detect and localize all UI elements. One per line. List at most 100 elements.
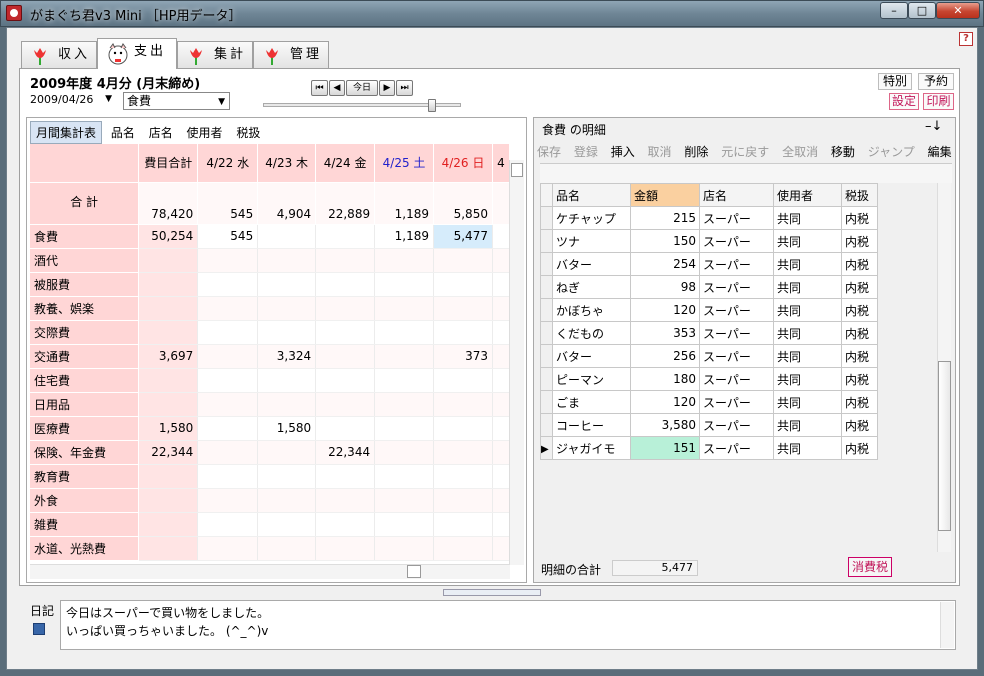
detail-cell[interactable]: 内税 <box>841 252 878 276</box>
row-selector[interactable] <box>540 344 553 368</box>
amount-cell[interactable] <box>197 344 259 369</box>
amount-cell[interactable] <box>197 368 259 393</box>
amount-cell[interactable]: 3,324 <box>257 344 317 369</box>
detail-row[interactable]: ツナ 150 スーパー 共同 内税 <box>540 229 878 253</box>
amount-cell[interactable] <box>433 392 493 417</box>
amount-cell[interactable]: 22,344 <box>138 440 199 465</box>
detail-cell[interactable]: コーヒー <box>552 413 631 437</box>
amount-cell[interactable] <box>257 392 317 417</box>
first-page-button[interactable]: ⏮ <box>311 80 328 96</box>
amount-cell[interactable] <box>374 512 435 537</box>
row-selector[interactable] <box>540 321 553 345</box>
amount-cell[interactable] <box>197 320 259 345</box>
detail-cell[interactable]: スーパー <box>699 390 774 414</box>
detail-cell[interactable]: 共同 <box>773 275 842 299</box>
collapse-icon[interactable]: –↓ <box>925 119 942 134</box>
tab-item-name[interactable]: 品名 <box>106 122 140 143</box>
grid-row[interactable]: 交通費 3,697 3,324 373 <box>30 344 510 369</box>
amount-cell[interactable] <box>433 272 493 297</box>
amount-cell[interactable] <box>138 296 199 321</box>
amount-cell[interactable] <box>492 512 510 537</box>
amount-cell[interactable]: 3,697 <box>138 344 199 369</box>
prev-button[interactable]: ◀ <box>329 80 345 96</box>
detail-vertical-scrollbar[interactable] <box>937 183 951 552</box>
detail-cell[interactable]: 215 <box>630 206 700 230</box>
amount-cell[interactable] <box>315 512 376 537</box>
maximize-button[interactable]: □ <box>908 2 936 19</box>
amount-cell[interactable] <box>433 512 493 537</box>
row-selector[interactable] <box>540 367 553 391</box>
amount-cell[interactable] <box>257 320 317 345</box>
diary-scrollbar[interactable] <box>940 602 954 648</box>
detail-row[interactable]: ピーマン 180 スーパー 共同 内税 <box>540 367 878 391</box>
register-button[interactable]: 登録 <box>574 143 598 160</box>
amount-cell[interactable] <box>197 272 259 297</box>
amount-cell[interactable] <box>138 248 199 273</box>
row-selector[interactable] <box>540 229 553 253</box>
scroll-thumb[interactable] <box>938 361 951 531</box>
amount-cell[interactable] <box>374 344 435 369</box>
next-button[interactable]: ▶ <box>379 80 395 96</box>
amount-cell[interactable] <box>315 344 376 369</box>
save-button[interactable]: 保存 <box>537 143 561 160</box>
detail-cell[interactable]: バター <box>552 252 631 276</box>
tab-expense[interactable]: 支出 <box>97 38 177 69</box>
detail-cell[interactable]: 内税 <box>841 298 878 322</box>
amount-cell[interactable] <box>492 392 510 417</box>
detail-cell[interactable]: 共同 <box>773 206 842 230</box>
amount-cell[interactable] <box>492 296 510 321</box>
amount-cell[interactable]: 1,580 <box>138 416 199 441</box>
category-label[interactable]: 交通費 <box>30 344 140 369</box>
detail-row[interactable]: バター 254 スーパー 共同 内税 <box>540 252 878 276</box>
cancel-all-button[interactable]: 全取消 <box>782 143 818 160</box>
grid-row[interactable]: 交際費 <box>30 320 510 345</box>
grid-row[interactable]: 水道、光熱費 <box>30 536 510 561</box>
detail-cell[interactable]: 180 <box>630 367 700 391</box>
detail-cell[interactable]: ケチャップ <box>552 206 631 230</box>
amount-cell[interactable] <box>257 296 317 321</box>
detail-row[interactable]: くだもの 353 スーパー 共同 内税 <box>540 321 878 345</box>
amount-cell[interactable] <box>138 320 199 345</box>
scroll-thumb[interactable] <box>511 163 523 177</box>
category-label[interactable]: 雑費 <box>30 512 140 537</box>
tab-user[interactable]: 使用者 <box>182 122 228 143</box>
row-selector[interactable] <box>540 298 553 322</box>
detail-row[interactable]: バター 256 スーパー 共同 内税 <box>540 344 878 368</box>
detail-cell[interactable]: スーパー <box>699 344 774 368</box>
help-button[interactable]: ? <box>959 32 973 46</box>
amount-cell[interactable] <box>257 368 317 393</box>
detail-cell[interactable]: スーパー <box>699 206 774 230</box>
detail-cell[interactable]: スーパー <box>699 252 774 276</box>
detail-row[interactable]: ごま 120 スーパー 共同 内税 <box>540 390 878 414</box>
amount-cell[interactable] <box>492 440 510 465</box>
amount-cell[interactable] <box>374 392 435 417</box>
row-selector[interactable] <box>540 252 553 276</box>
amount-cell[interactable] <box>197 464 259 489</box>
detail-cell[interactable]: 内税 <box>841 367 878 391</box>
category-label[interactable]: 交際費 <box>30 320 140 345</box>
category-label[interactable]: 教養、娯楽 <box>30 296 140 321</box>
undo-button[interactable]: 元に戻す <box>721 143 769 160</box>
detail-cell[interactable]: スーパー <box>699 229 774 253</box>
amount-cell[interactable]: 5,477 <box>433 224 493 249</box>
amount-cell[interactable] <box>374 464 435 489</box>
amount-cell[interactable] <box>257 536 317 561</box>
amount-cell[interactable] <box>315 392 376 417</box>
minimize-button[interactable]: – <box>880 2 908 19</box>
grid-row[interactable]: 教育費 <box>30 464 510 489</box>
amount-cell[interactable]: 50,254 <box>138 224 199 249</box>
scroll-thumb[interactable] <box>407 565 421 578</box>
last-page-button[interactable]: ⏭ <box>396 80 413 96</box>
category-label[interactable]: 日用品 <box>30 392 140 417</box>
detail-cell[interactable]: ねぎ <box>552 275 631 299</box>
category-label[interactable]: 住宅費 <box>30 368 140 393</box>
amount-cell[interactable] <box>315 464 376 489</box>
detail-cell[interactable]: 内税 <box>841 321 878 345</box>
amount-cell[interactable] <box>374 416 435 441</box>
tab-income[interactable]: 収入 <box>21 41 97 68</box>
detail-cell[interactable]: 内税 <box>841 206 878 230</box>
amount-cell[interactable] <box>138 368 199 393</box>
amount-cell[interactable] <box>492 536 510 561</box>
amount-cell[interactable] <box>138 488 199 513</box>
grid-row[interactable]: 保険、年金費 22,344 22,344 <box>30 440 510 465</box>
